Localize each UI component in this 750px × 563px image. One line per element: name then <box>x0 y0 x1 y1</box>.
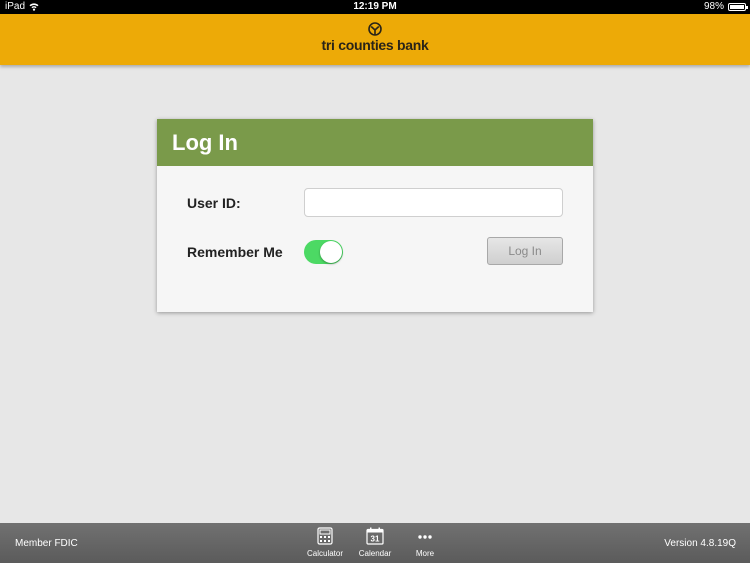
calendar-icon-day: 31 <box>371 535 380 544</box>
logo-text: tri counties bank <box>321 37 429 53</box>
logo-mark-icon <box>368 22 382 36</box>
footer-tab-bar: Member FDIC Calculator 31 Calendar More … <box>0 523 750 563</box>
battery-fill <box>730 4 744 9</box>
remember-me-toggle[interactable] <box>304 240 343 264</box>
version-text: Version 4.8.19Q <box>664 538 736 549</box>
user-id-input[interactable] <box>304 188 563 217</box>
tab-calendar[interactable]: 31 Calendar <box>353 527 397 561</box>
tab-calendar-label: Calendar <box>358 549 392 558</box>
calendar-icon: 31 <box>366 527 384 545</box>
login-title: Log In <box>157 119 593 166</box>
more-icon <box>418 535 432 539</box>
status-bar: iPad 12:19 PM 98% <box>0 0 750 14</box>
toggle-knob <box>320 241 342 263</box>
remember-me-label: Remember Me <box>187 244 283 260</box>
login-button[interactable]: Log In <box>487 237 563 265</box>
tab-more-label: More <box>415 549 435 558</box>
status-time: 12:19 PM <box>353 1 397 12</box>
tab-more[interactable]: More <box>403 527 447 561</box>
app-header: tri counties bank <box>0 14 750 65</box>
battery-icon <box>728 2 748 11</box>
status-right: 98% <box>703 1 748 12</box>
bank-logo: tri counties bank <box>310 22 440 60</box>
calculator-icon <box>317 527 333 545</box>
tab-calculator[interactable]: Calculator <box>303 527 347 561</box>
user-id-label: User ID: <box>187 195 241 211</box>
member-fdic-text: Member FDIC <box>15 538 78 549</box>
login-card: Log In User ID: Remember Me Log In <box>157 119 593 312</box>
tab-calculator-label: Calculator <box>306 549 343 558</box>
battery-percent: 98% <box>703 1 724 12</box>
